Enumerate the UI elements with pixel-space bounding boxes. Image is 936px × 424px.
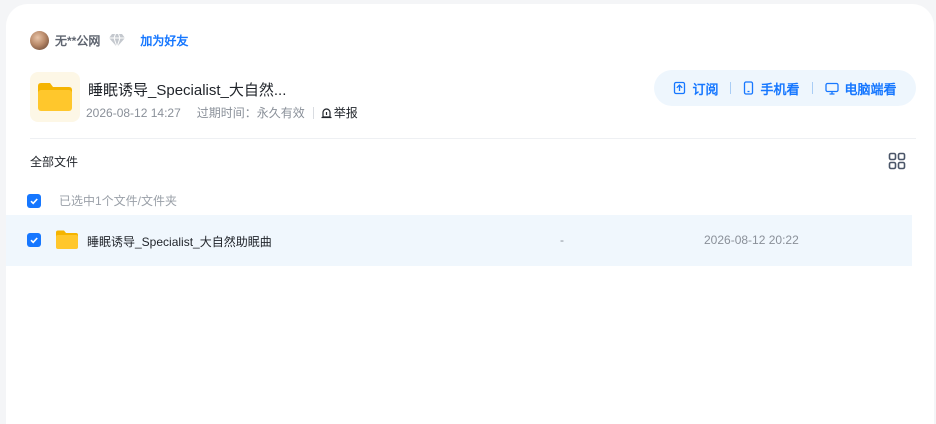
row-checkbox[interactable] [27, 233, 41, 247]
folder-icon [55, 229, 79, 255]
table-row[interactable]: 睡眠诱导_Specialist_大自然助眠曲 - 2026-08-12 20:2… [6, 215, 912, 266]
sharer-info: 无**公网 加为好友 [30, 30, 188, 50]
file-name[interactable]: 睡眠诱导_Specialist_大自然助眠曲 [87, 233, 272, 250]
share-meta: 2026-08-12 14:27 过期时间： 永久有效 举报 [86, 104, 358, 121]
breadcrumb[interactable]: 全部文件 [30, 153, 78, 170]
mobile-view-label: 手机看 [760, 81, 800, 97]
share-card: 无**公网 加为好友 睡眠诱导_Specialist_大自然... 2026-0… [6, 4, 934, 424]
phone-icon [744, 81, 754, 95]
select-all-row: 已选中1个文件/文件夹 [27, 192, 177, 209]
monitor-icon [824, 82, 839, 95]
mobile-view-button[interactable]: 手机看 [743, 79, 800, 98]
desktop-view-button[interactable]: 电脑端看 [824, 79, 897, 98]
file-size: - [560, 233, 564, 247]
expiry-value: 永久有效 [256, 106, 305, 120]
share-folder-icon [30, 72, 80, 122]
selection-count: 已选中1个文件/文件夹 [59, 194, 178, 208]
file-date: 2026-08-12 20:22 [704, 233, 799, 247]
select-all-checkbox[interactable] [27, 193, 41, 208]
check-icon [30, 237, 38, 244]
report-button[interactable]: 举报 [320, 104, 358, 121]
grid-view-icon[interactable] [888, 152, 906, 170]
share-created-time: 2026-08-12 14:27 [86, 105, 181, 120]
user-name[interactable]: 无**公网 [55, 32, 100, 49]
expiry-label: 过期时间： [196, 106, 257, 120]
check-icon [30, 197, 38, 204]
subscribe-icon [674, 81, 686, 95]
action-divider [811, 82, 813, 94]
meta-divider [312, 106, 314, 119]
view-actions: 订阅 手机看 电脑端看 [654, 70, 916, 106]
add-friend-link[interactable]: 加为好友 [140, 32, 188, 49]
header-divider [30, 138, 916, 139]
desktop-view-label: 电脑端看 [844, 81, 897, 97]
report-icon [321, 108, 332, 119]
diamond-icon [108, 32, 126, 48]
folder-icon [38, 83, 72, 111]
action-divider [730, 82, 732, 94]
subscribe-button[interactable]: 订阅 [673, 79, 718, 98]
share-title: 睡眠诱导_Specialist_大自然... [88, 82, 287, 99]
avatar[interactable] [30, 30, 49, 50]
subscribe-label: 订阅 [692, 81, 719, 97]
report-label: 举报 [333, 106, 358, 120]
